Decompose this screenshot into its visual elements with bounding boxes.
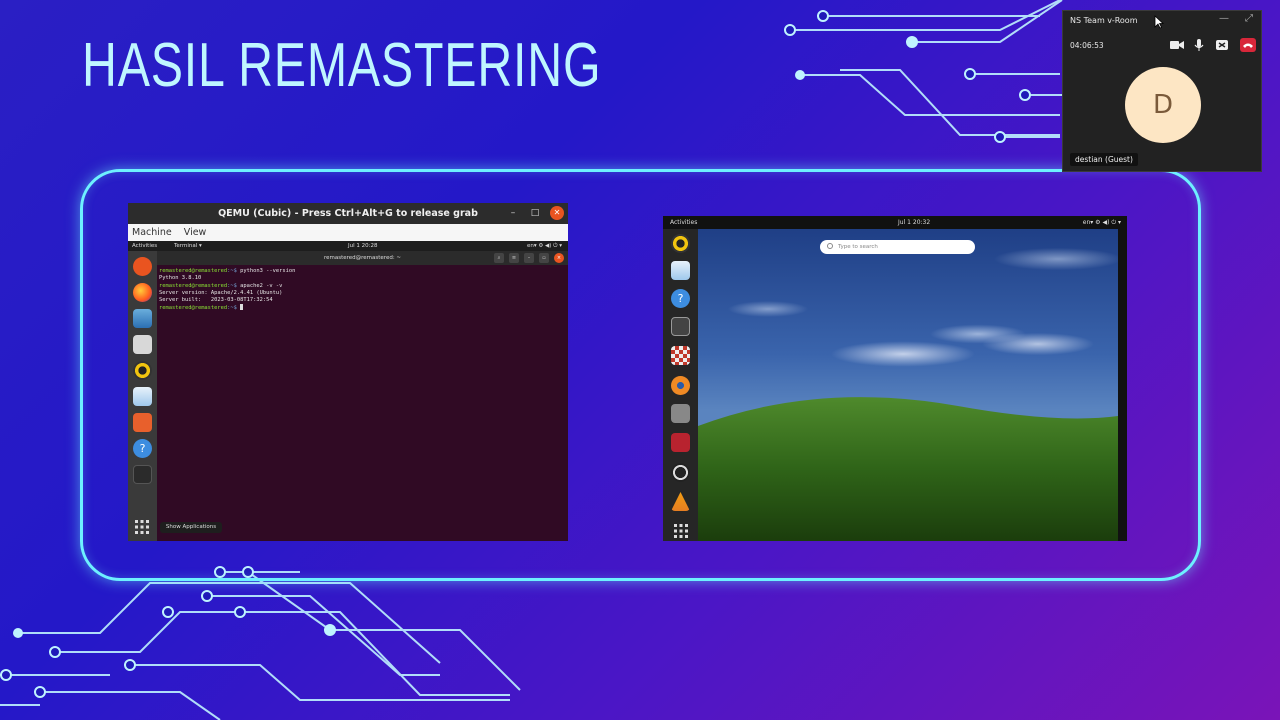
guest-dock: ? — [128, 251, 157, 541]
guest-app-menu[interactable]: Terminal ▾ — [174, 241, 202, 251]
terminal-line: Server version: Apache/2.4.41 (Ubuntu) — [159, 289, 283, 296]
guest-activities-button[interactable]: Activities — [132, 241, 157, 251]
desktop-clock[interactable]: Jul 1 20:32 — [898, 216, 930, 229]
desktop-dock: ? — [663, 229, 698, 541]
desktop-activities-button[interactable]: Activities — [670, 216, 697, 229]
call-timer: 04:06:53 — [1070, 41, 1104, 50]
call-minimize-icon[interactable]: — — [1219, 13, 1229, 24]
terminal-line: remastered@remastered:~$ — [159, 304, 244, 311]
chess-icon[interactable] — [671, 346, 690, 365]
terminal-menu-icon[interactable]: ≡ — [509, 253, 519, 263]
terminal-minimize-icon[interactable]: – — [524, 253, 534, 263]
writer-icon[interactable] — [133, 387, 152, 406]
terminal-maximize-icon[interactable]: ▫ — [539, 253, 549, 263]
avatar: D — [1125, 67, 1201, 143]
remastered-desktop: Activities Jul 1 20:32 en▾ ⚙ ◀) ⏻ ▾ ? Ty… — [663, 216, 1127, 541]
inkscape-icon[interactable] — [671, 317, 690, 336]
green-hill — [698, 397, 1118, 541]
close-icon[interactable]: ✕ — [550, 206, 564, 220]
blender-icon[interactable] — [671, 376, 690, 395]
terminal-window[interactable]: remastered@remastered: ~ ⌕ ≡ – ▫ × remas… — [157, 251, 568, 541]
slide-title: HASIL REMASTERING — [82, 31, 602, 100]
terminal-close-icon[interactable]: × — [554, 253, 564, 263]
vlc-icon[interactable] — [671, 492, 690, 511]
camera-toggle-icon[interactable] — [1169, 38, 1185, 52]
desktop-topbar: Activities Jul 1 20:32 en▾ ⚙ ◀) ⏻ ▾ — [663, 216, 1127, 229]
desktop-right-edge — [1118, 229, 1127, 541]
rhythmbox-icon[interactable] — [671, 234, 690, 253]
apps-grid-icon[interactable] — [674, 524, 688, 538]
terminal-cursor — [240, 304, 244, 311]
guest-clock[interactable]: Jul 1 20:28 — [348, 241, 377, 251]
firefox-icon[interactable] — [133, 283, 152, 302]
screen-share-stop-icon[interactable] — [1214, 38, 1230, 52]
qemu-window-title: QEMU (Cubic) - Press Ctrl+Alt+G to relea… — [218, 208, 478, 219]
help-icon[interactable]: ? — [671, 289, 690, 308]
search-icon — [827, 243, 833, 249]
menu-machine[interactable]: Machine — [132, 227, 172, 238]
show-applications-tooltip: Show Applications — [160, 522, 222, 533]
show-applications-icon[interactable] — [135, 520, 149, 534]
writer-icon[interactable] — [671, 261, 690, 280]
terminal-line: remastered@remastered:~$ python3 --versi… — [159, 268, 296, 274]
software-center-icon[interactable] — [133, 413, 152, 432]
mouse-pointer-icon — [1154, 15, 1164, 29]
terminal-title: remastered@remastered: ~ — [323, 255, 402, 261]
terminal-line: Python 3.8.10 — [159, 275, 202, 282]
rhythmbox-icon[interactable] — [133, 361, 152, 380]
terminal-output[interactable]: remastered@remastered:~$ python3 --versi… — [157, 265, 568, 315]
terminal-line: remastered@remastered:~$ apache2 -v -v — [159, 282, 283, 289]
guest-desktop: ? remastered@remastered: ~ ⌕ ≡ – ▫ × rem… — [128, 251, 568, 541]
terminal-icon[interactable] — [133, 465, 152, 484]
help-icon[interactable]: ? — [133, 439, 152, 458]
qemu-menubar: Machine View — [128, 224, 568, 241]
qemu-window: QEMU (Cubic) - Press Ctrl+Alt+G to relea… — [128, 203, 568, 541]
search-placeholder: Type to search — [838, 244, 878, 250]
call-title: NS Team v-Room — [1070, 16, 1138, 25]
terminal-line: Server built: 2023-03-08T17:32:54 — [159, 297, 273, 304]
mendeley-icon[interactable] — [671, 433, 690, 452]
desktop-system-tray[interactable]: en▾ ⚙ ◀) ⏻ ▾ — [1083, 216, 1121, 229]
menu-view[interactable]: View — [184, 227, 207, 238]
obs-icon[interactable] — [671, 463, 690, 482]
terminal-header[interactable]: remastered@remastered: ~ ⌕ ≡ – ▫ × — [157, 251, 568, 265]
call-expand-icon[interactable]: ⤢ — [1245, 13, 1253, 24]
camera-icon[interactable] — [671, 404, 690, 423]
hang-up-icon[interactable] — [1240, 38, 1256, 52]
guest-topbar: Activities Terminal ▾ Jul 1 20:28 en▾ ⚙ … — [128, 241, 568, 251]
video-call-window[interactable]: NS Team v-Room — ⤢ 04:06:53 D destian (G… — [1062, 10, 1262, 172]
ubuntu-icon[interactable] — [133, 257, 152, 276]
files-icon[interactable] — [133, 335, 152, 354]
minimize-icon[interactable]: – — [506, 206, 520, 220]
terminal-search-icon[interactable]: ⌕ — [494, 253, 504, 263]
thunderbird-icon[interactable] — [133, 309, 152, 328]
qemu-titlebar[interactable]: QEMU (Cubic) - Press Ctrl+Alt+G to relea… — [128, 203, 568, 224]
participant-name: destian (Guest) — [1070, 153, 1138, 166]
microphone-icon[interactable] — [1191, 38, 1207, 52]
guest-system-tray[interactable]: en▾ ⚙ ◀) ⏻ ▾ — [527, 241, 562, 251]
activities-search-input[interactable]: Type to search — [820, 240, 975, 254]
maximize-icon[interactable]: □ — [528, 206, 542, 220]
